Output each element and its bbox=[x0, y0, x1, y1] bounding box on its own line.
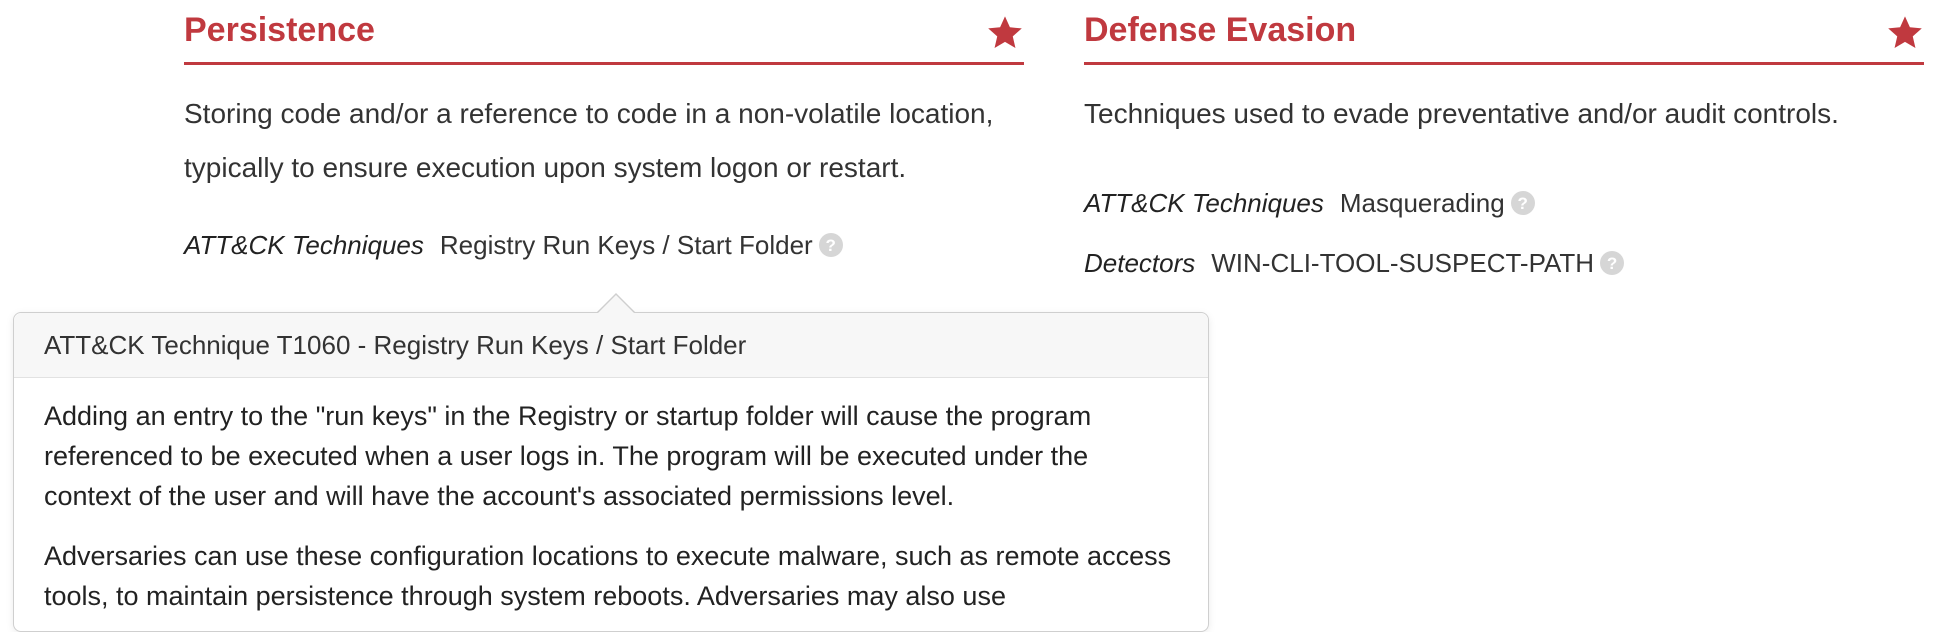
popover-arrow-inner bbox=[597, 295, 635, 314]
card-description: Techniques used to evade preventative an… bbox=[1084, 98, 1839, 129]
popover-paragraph: Adversaries can use these configuration … bbox=[44, 541, 1172, 611]
detectors-row: Detectors WIN-CLI-TOOL-SUSPECT-PATH ? bbox=[1084, 243, 1924, 283]
techniques-row: ATT&CK Techniques Masquerading ? bbox=[1084, 183, 1924, 223]
question-circle-icon[interactable]: ? bbox=[818, 233, 843, 257]
technique-popover: ATT&CK Technique T1060 - Registry Run Ke… bbox=[13, 312, 1209, 632]
detectors-label: Detectors bbox=[1084, 247, 1196, 278]
popover-title: ATT&CK Technique T1060 - Registry Run Ke… bbox=[14, 313, 1208, 378]
question-circle-icon[interactable]: ? bbox=[1510, 191, 1535, 215]
technique-link[interactable]: Registry Run Keys / Start Folder bbox=[440, 230, 813, 261]
card-title: Persistence bbox=[184, 11, 375, 49]
star-icon[interactable] bbox=[1886, 14, 1924, 52]
card-persistence: Persistence Storing code and/or a refere… bbox=[184, 0, 1024, 265]
card-header: Defense Evasion bbox=[1084, 0, 1924, 65]
detector-link[interactable]: WIN-CLI-TOOL-SUSPECT-PATH bbox=[1211, 248, 1594, 279]
techniques-label: ATT&CK Techniques bbox=[1084, 187, 1324, 218]
star-icon[interactable] bbox=[986, 14, 1024, 52]
techniques-row: ATT&CK Techniques Registry Run Keys / St… bbox=[184, 225, 1024, 265]
card-title: Defense Evasion bbox=[1084, 11, 1357, 49]
card-description: Storing code and/or a reference to code … bbox=[184, 98, 994, 183]
technique-link[interactable]: Masquerading bbox=[1340, 188, 1505, 219]
card-header: Persistence bbox=[184, 0, 1024, 65]
popover-paragraph: Adding an entry to the "run keys" in the… bbox=[44, 401, 1092, 511]
techniques-label: ATT&CK Techniques bbox=[184, 229, 424, 260]
question-circle-icon[interactable]: ? bbox=[1600, 251, 1625, 275]
card-defense-evasion: Defense Evasion Techniques used to evade… bbox=[1084, 0, 1924, 283]
popover-body: Adding an entry to the "run keys" in the… bbox=[14, 378, 1208, 616]
